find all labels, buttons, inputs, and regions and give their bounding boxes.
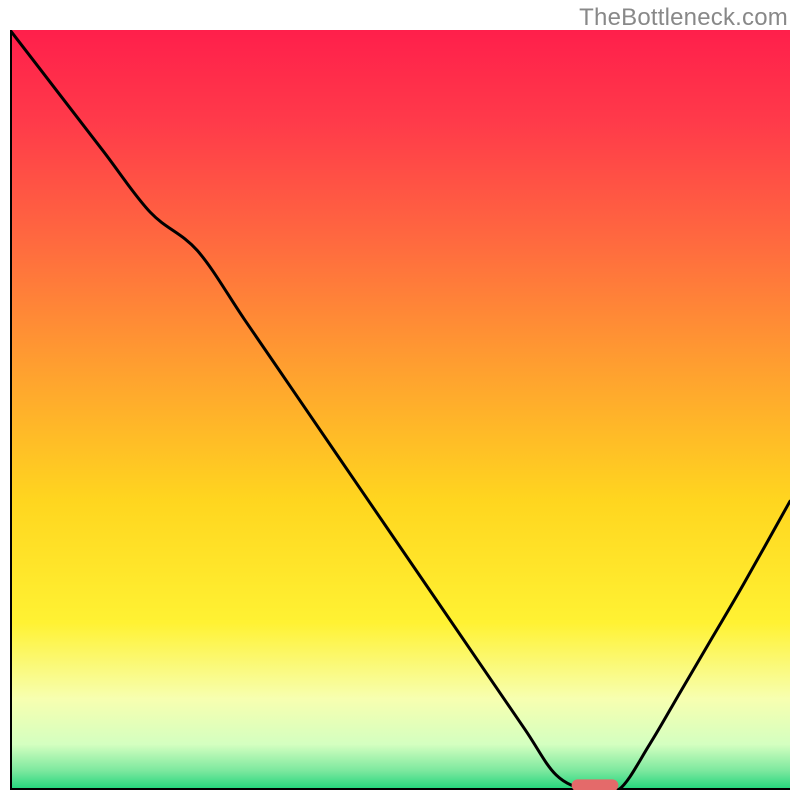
- gradient-background: [10, 30, 790, 790]
- watermark-label: TheBottleneck.com: [579, 4, 788, 32]
- optimal-marker: [572, 779, 619, 790]
- chart-svg: [10, 30, 790, 790]
- plot-area: [10, 30, 790, 790]
- chart-root: TheBottleneck.com: [0, 0, 800, 800]
